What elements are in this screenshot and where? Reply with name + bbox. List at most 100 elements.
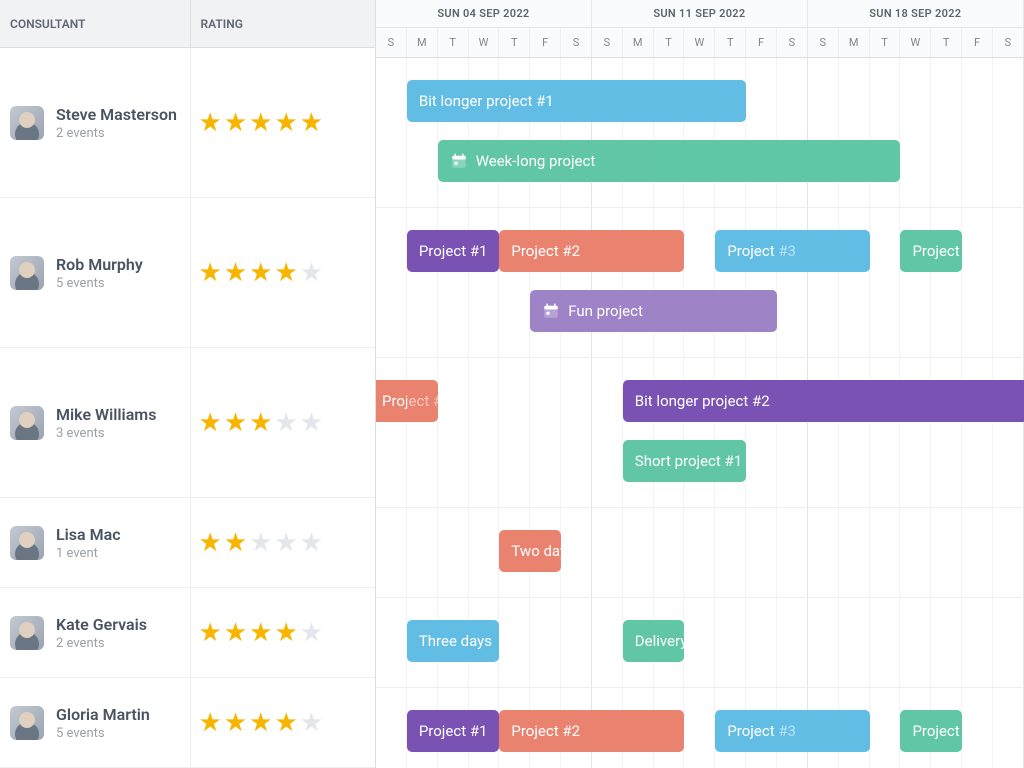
day-header[interactable]: T <box>931 28 962 57</box>
day-header[interactable]: T <box>870 28 901 57</box>
week-column: SUN 11 SEP 2022SMTWTFS <box>592 0 808 57</box>
day-header[interactable]: F <box>530 28 561 57</box>
event-bar[interactable]: Two days <box>499 530 561 572</box>
column-header-rating[interactable]: RATING <box>190 0 376 47</box>
day-header[interactable]: S <box>592 28 623 57</box>
track-row: Three days Delivery <box>376 598 1024 688</box>
day-header[interactable]: F <box>746 28 777 57</box>
event-bar[interactable]: Three days <box>407 620 500 662</box>
consultant-cell: Gloria Martin5 events <box>0 693 190 753</box>
day-header[interactable]: M <box>407 28 438 57</box>
day-header[interactable]: M <box>623 28 654 57</box>
avatar <box>10 106 44 140</box>
day-header[interactable]: M <box>839 28 870 57</box>
star-icon: ★ <box>274 710 297 736</box>
event-bar[interactable]: Short project #1 <box>623 440 746 482</box>
week-label[interactable]: SUN 18 SEP 2022 <box>808 0 1023 28</box>
day-header[interactable]: T <box>715 28 746 57</box>
star-icon: ★ <box>249 260 272 286</box>
event-bar[interactable]: Bit longer project #2 <box>623 380 1024 422</box>
consultant-row[interactable]: Steve Masterson 2 events ★★★★★ <box>0 48 375 198</box>
consultant-event-count: 5 events <box>56 726 150 741</box>
event-bar[interactable]: Project #3 <box>715 710 869 752</box>
timeline-panel[interactable]: SUN 04 SEP 2022SMTWTFSSUN 11 SEP 2022SMT… <box>376 0 1024 768</box>
day-header[interactable]: S <box>993 28 1023 57</box>
day-header[interactable]: T <box>499 28 530 57</box>
rating-cell[interactable]: ★★★★★ <box>190 498 376 587</box>
event-buffer[interactable] <box>777 230 870 272</box>
consultant-name: Kate Gervais <box>56 615 147 634</box>
week-label[interactable]: SUN 11 SEP 2022 <box>592 0 807 28</box>
event-buffer[interactable] <box>407 380 438 422</box>
day-header[interactable]: W <box>684 28 715 57</box>
consultant-cell: Mike Williams3 events <box>0 393 190 453</box>
consultant-event-count: 2 events <box>56 126 177 141</box>
consultant-name: Rob Murphy <box>56 255 143 274</box>
event-bar[interactable]: Project #3 <box>715 230 869 272</box>
consultant-cell: Steve Masterson 2 events <box>0 93 190 153</box>
consultant-row[interactable]: Lisa Mac1 event★★★★★ <box>0 498 375 588</box>
day-header[interactable]: S <box>376 28 407 57</box>
event-bar[interactable]: Bit longer project #1 <box>407 80 746 122</box>
event-label: Delivery <box>635 632 685 650</box>
rating-cell[interactable]: ★★★★★ <box>190 48 376 197</box>
rating-cell[interactable]: ★★★★★ <box>190 198 376 347</box>
event-bar[interactable]: Fun project <box>530 290 777 332</box>
rating-cell[interactable]: ★★★★★ <box>190 588 376 677</box>
rating-cell[interactable]: ★★★★★ <box>190 348 376 497</box>
event-buffer[interactable] <box>623 710 685 752</box>
column-header-consultant[interactable]: CONSULTANT <box>0 17 190 31</box>
week-label[interactable]: SUN 04 SEP 2022 <box>376 0 591 28</box>
event-bar[interactable]: Project #2 <box>499 710 684 752</box>
event-label: Bit longer project #1 <box>419 92 554 110</box>
rating-cell[interactable]: ★★★★★ <box>190 678 376 767</box>
day-header[interactable]: W <box>469 28 500 57</box>
event-bar[interactable]: Project #1 <box>407 230 500 272</box>
consultant-row[interactable]: Gloria Martin5 events★★★★★ <box>0 678 375 768</box>
scheduler-app: CONSULTANT RATING Steve Masterson 2 event… <box>0 0 1024 768</box>
event-bar[interactable]: Project #1 <box>407 710 500 752</box>
avatar <box>10 406 44 440</box>
day-header[interactable]: W <box>900 28 931 57</box>
consultant-event-count: 3 events <box>56 426 156 441</box>
track-row: Bit longer project #1 Week-long project <box>376 58 1024 208</box>
event-buffer[interactable] <box>654 290 777 332</box>
day-header[interactable]: S <box>777 28 807 57</box>
star-icon: ★ <box>224 530 247 556</box>
event-buffer[interactable] <box>654 140 901 182</box>
track-row: Two days <box>376 508 1024 598</box>
consultant-event-count: 1 event <box>56 546 121 561</box>
event-buffer[interactable] <box>777 710 870 752</box>
consultant-row[interactable]: Mike Williams3 events★★★★★ <box>0 348 375 498</box>
consultant-event-count: 2 events <box>56 636 147 651</box>
event-label: Two days <box>511 542 561 560</box>
star-icon: ★ <box>274 410 297 436</box>
event-buffer[interactable] <box>623 230 685 272</box>
event-buffer[interactable] <box>839 380 1024 422</box>
event-bar[interactable]: Delivery <box>623 620 685 662</box>
timeline-header: SUN 04 SEP 2022SMTWTFSSUN 11 SEP 2022SMT… <box>376 0 1024 58</box>
event-bar[interactable]: Project #1 <box>376 380 438 422</box>
star-icon: ★ <box>249 620 272 646</box>
star-icon: ★ <box>199 260 222 286</box>
consultant-name: Steve Masterson <box>56 105 177 124</box>
track-row: Project #1 Bit longer project #2 Short pro… <box>376 358 1024 508</box>
consultant-row[interactable]: Rob Murphy5 events★★★★★ <box>0 198 375 348</box>
event-label: Project #2 <box>511 722 580 740</box>
event-bar[interactable]: Project #2 <box>499 230 684 272</box>
day-header[interactable]: T <box>438 28 469 57</box>
event-buffer[interactable] <box>561 80 746 122</box>
day-header[interactable]: S <box>808 28 839 57</box>
consultant-row[interactable]: Kate Gervais 2 events ★★★★★ <box>0 588 375 678</box>
track-row: Project #1Project #2 Project #3 Project #4… <box>376 208 1024 358</box>
consultant-cell: Rob Murphy5 events <box>0 243 190 303</box>
event-bar[interactable]: Project #4 <box>900 230 962 272</box>
event-bar[interactable]: Project #4 <box>900 710 962 752</box>
day-header[interactable]: T <box>654 28 685 57</box>
timeline-body: Bit longer project #1 Week-long project Pr… <box>376 58 1024 768</box>
calendar-icon <box>542 302 560 320</box>
day-header[interactable]: S <box>561 28 591 57</box>
day-header[interactable]: F <box>962 28 993 57</box>
event-bar[interactable]: Week-long project <box>438 140 901 182</box>
star-icon: ★ <box>274 620 297 646</box>
